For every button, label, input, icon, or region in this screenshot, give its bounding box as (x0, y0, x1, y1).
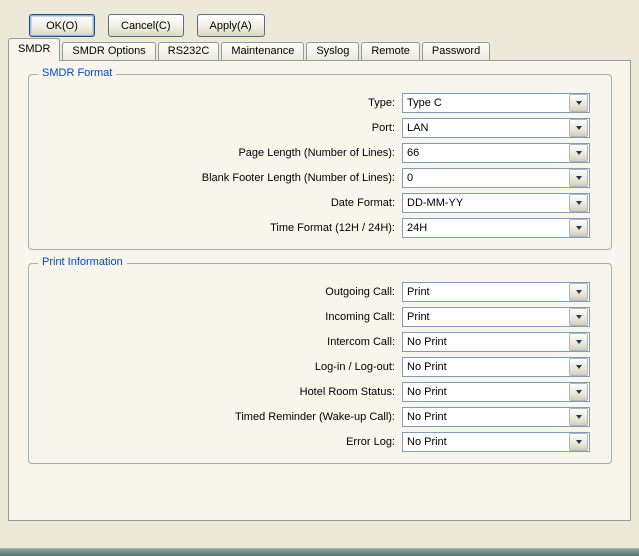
combo-selected-value: No Print (403, 436, 569, 448)
combo-log-in-log-out[interactable]: No Print (402, 357, 590, 377)
field-row-incoming-call: Incoming Call:Print (39, 304, 590, 329)
group-title: SMDR Format (38, 67, 116, 79)
apply-button[interactable]: Apply(A) (197, 14, 265, 37)
field-label: Port: (39, 122, 402, 134)
chevron-down-icon (576, 176, 582, 180)
field-row-intercom-call: Intercom Call:No Print (39, 329, 590, 354)
combo-selected-value: LAN (403, 122, 569, 134)
tab-page-smdr: SMDR FormatType:Type CPort:LANPage Lengt… (8, 60, 631, 521)
field-row-type: Type:Type C (39, 90, 590, 115)
field-label: Intercom Call: (39, 336, 402, 348)
field-label: Date Format: (39, 197, 402, 209)
field-row-timed-reminder-wake-up-call: Timed Reminder (Wake-up Call):No Print (39, 404, 590, 429)
tab-smdr-options[interactable]: SMDR Options (62, 42, 155, 60)
combo-dropdown-button[interactable] (569, 433, 588, 451)
combo-selected-value: No Print (403, 411, 569, 423)
combo-outgoing-call[interactable]: Print (402, 282, 590, 302)
chevron-down-icon (576, 226, 582, 230)
field-label: Log-in / Log-out: (39, 361, 402, 373)
combo-selected-value: Print (403, 311, 569, 323)
field-label: Blank Footer Length (Number of Lines): (39, 172, 402, 184)
field-label: Outgoing Call: (39, 286, 402, 298)
field-label: Type: (39, 97, 402, 109)
field-label: Timed Reminder (Wake-up Call): (39, 411, 402, 423)
combo-selected-value: No Print (403, 361, 569, 373)
combo-error-log[interactable]: No Print (402, 432, 590, 452)
combo-dropdown-button[interactable] (569, 408, 588, 426)
combo-selected-value: No Print (403, 336, 569, 348)
field-row-error-log: Error Log:No Print (39, 429, 590, 454)
combo-selected-value: 0 (403, 172, 569, 184)
cancel-button[interactable]: Cancel(C) (108, 14, 184, 37)
combo-dropdown-button[interactable] (569, 219, 588, 237)
chevron-down-icon (576, 390, 582, 394)
chevron-down-icon (576, 415, 582, 419)
tab-syslog[interactable]: Syslog (306, 42, 359, 60)
chevron-down-icon (576, 440, 582, 444)
chevron-down-icon (576, 340, 582, 344)
combo-selected-value: DD-MM-YY (403, 197, 569, 209)
field-label: Incoming Call: (39, 311, 402, 323)
chevron-down-icon (576, 101, 582, 105)
combo-dropdown-button[interactable] (569, 333, 588, 351)
field-label: Time Format (12H / 24H): (39, 222, 402, 234)
combo-selected-value: Type C (403, 97, 569, 109)
combo-dropdown-button[interactable] (569, 119, 588, 137)
tab-password[interactable]: Password (422, 42, 490, 60)
tab-maintenance[interactable]: Maintenance (221, 42, 304, 60)
combo-intercom-call[interactable]: No Print (402, 332, 590, 352)
combo-incoming-call[interactable]: Print (402, 307, 590, 327)
tab-strip: SMDRSMDR OptionsRS232CMaintenanceSyslogR… (8, 39, 639, 60)
chevron-down-icon (576, 126, 582, 130)
smdr-settings-window: { "toolbar": { "buttons": [ { "label": "… (0, 0, 639, 556)
combo-selected-value: No Print (403, 386, 569, 398)
group-smdr-format: SMDR FormatType:Type CPort:LANPage Lengt… (28, 74, 612, 250)
combo-page-length-number-of-lines[interactable]: 66 (402, 143, 590, 163)
combo-dropdown-button[interactable] (569, 358, 588, 376)
toolbar: OK(O) Cancel(C) Apply(A) (0, 0, 639, 39)
combo-selected-value: 24H (403, 222, 569, 234)
combo-dropdown-button[interactable] (569, 283, 588, 301)
combo-dropdown-button[interactable] (569, 308, 588, 326)
field-row-log-in-log-out: Log-in / Log-out:No Print (39, 354, 590, 379)
field-row-page-length-number-of-lines: Page Length (Number of Lines):66 (39, 140, 590, 165)
field-row-time-format-12h-24h: Time Format (12H / 24H):24H (39, 215, 590, 240)
combo-dropdown-button[interactable] (569, 94, 588, 112)
ok-button[interactable]: OK(O) (29, 14, 95, 37)
chevron-down-icon (576, 315, 582, 319)
chevron-down-icon (576, 151, 582, 155)
combo-selected-value: Print (403, 286, 569, 298)
group-print-information: Print InformationOutgoing Call:PrintInco… (28, 263, 612, 464)
field-row-hotel-room-status: Hotel Room Status:No Print (39, 379, 590, 404)
combo-type[interactable]: Type C (402, 93, 590, 113)
chevron-down-icon (576, 201, 582, 205)
combo-selected-value: 66 (403, 147, 569, 159)
combo-dropdown-button[interactable] (569, 194, 588, 212)
combo-date-format[interactable]: DD-MM-YY (402, 193, 590, 213)
bottom-window-edge (0, 548, 639, 556)
combo-dropdown-button[interactable] (569, 383, 588, 401)
chevron-down-icon (576, 365, 582, 369)
field-label: Error Log: (39, 436, 402, 448)
tab-rs232c[interactable]: RS232C (158, 42, 220, 60)
combo-port[interactable]: LAN (402, 118, 590, 138)
window-lower-margin (0, 521, 639, 534)
combo-timed-reminder-wake-up-call[interactable]: No Print (402, 407, 590, 427)
tab-remote[interactable]: Remote (361, 42, 420, 60)
combo-time-format-12h-24h[interactable]: 24H (402, 218, 590, 238)
field-row-outgoing-call: Outgoing Call:Print (39, 279, 590, 304)
field-row-port: Port:LAN (39, 115, 590, 140)
combo-blank-footer-length-number-of-lines[interactable]: 0 (402, 168, 590, 188)
field-row-date-format: Date Format:DD-MM-YY (39, 190, 590, 215)
chevron-down-icon (576, 290, 582, 294)
field-label: Page Length (Number of Lines): (39, 147, 402, 159)
combo-dropdown-button[interactable] (569, 144, 588, 162)
tab-smdr[interactable]: SMDR (8, 38, 60, 61)
group-title: Print Information (38, 256, 127, 268)
field-row-blank-footer-length-number-of-lines: Blank Footer Length (Number of Lines):0 (39, 165, 590, 190)
combo-hotel-room-status[interactable]: No Print (402, 382, 590, 402)
field-label: Hotel Room Status: (39, 386, 402, 398)
combo-dropdown-button[interactable] (569, 169, 588, 187)
